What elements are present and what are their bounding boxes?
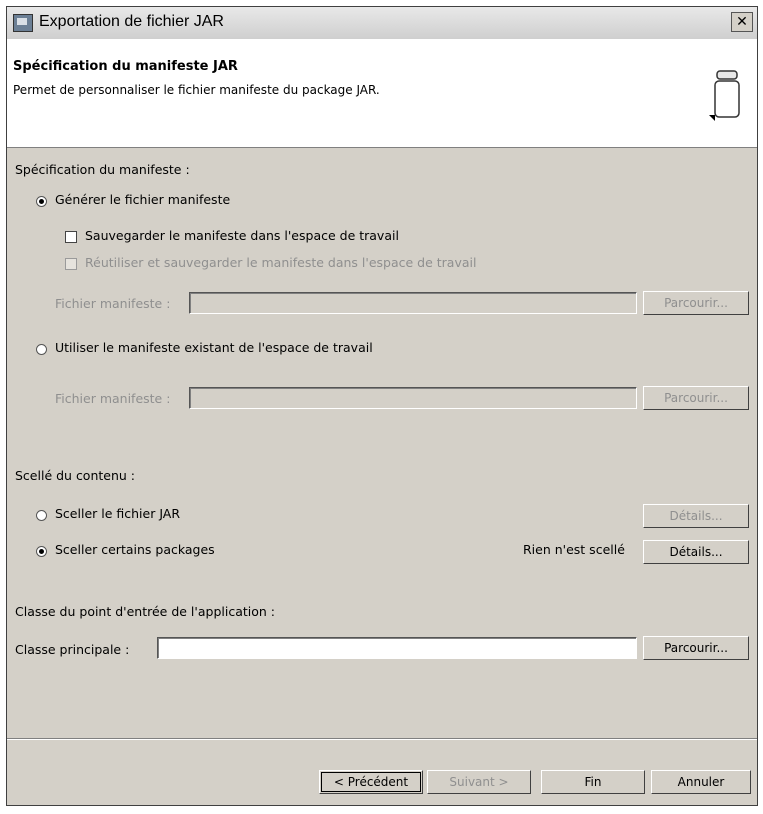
browse-button-2[interactable]: Parcourir...: [643, 386, 749, 410]
details-button-1[interactable]: Détails...: [643, 504, 749, 528]
finish-button[interactable]: Fin: [541, 770, 645, 794]
details-button-2[interactable]: Détails...: [643, 540, 749, 564]
seal-packages-label[interactable]: Sceller certains packages: [55, 542, 215, 557]
title-bar: Exportation de fichier JAR ✕: [7, 7, 757, 40]
manifest-file-input-2[interactable]: [189, 387, 637, 409]
jar-export-dialog: Exportation de fichier JAR ✕ Spécificati…: [6, 6, 758, 806]
main-class-label: Classe principale :: [15, 642, 130, 657]
reuse-manifest-label: Réutiliser et sauvegarder le manifeste d…: [85, 255, 477, 270]
manifest-file-label-2: Fichier manifeste :: [55, 391, 171, 406]
manifest-file-input-1[interactable]: [189, 292, 637, 314]
browse-main-class-button[interactable]: Parcourir...: [643, 636, 749, 660]
main-class-input[interactable]: [157, 637, 637, 659]
page-title: Spécification du manifeste JAR: [13, 59, 238, 74]
use-existing-manifest-label[interactable]: Utiliser le manifeste existant de l'espa…: [55, 340, 373, 355]
generate-manifest-label[interactable]: Générer le fichier manifeste: [55, 192, 230, 207]
page-description: Permet de personnaliser le fichier manif…: [13, 83, 380, 97]
back-button[interactable]: < Précédent: [319, 770, 423, 794]
seal-jar-label[interactable]: Sceller le fichier JAR: [55, 506, 180, 521]
use-existing-manifest-radio[interactable]: [36, 344, 47, 355]
seal-jar-radio[interactable]: [36, 510, 47, 521]
window-title: Exportation de fichier JAR: [39, 13, 224, 30]
close-button[interactable]: ✕: [731, 12, 753, 32]
footer-separator: [7, 738, 757, 740]
sealing-section-label: Scellé du contenu :: [15, 468, 136, 483]
manifest-section-label: Spécification du manifeste :: [15, 162, 190, 177]
browse-button-1[interactable]: Parcourir...: [643, 291, 749, 315]
seal-packages-radio[interactable]: [36, 546, 47, 557]
wizard-banner: Spécification du manifeste JAR Permet de…: [7, 39, 757, 148]
next-button[interactable]: Suivant >: [427, 770, 531, 794]
reuse-manifest-checkbox[interactable]: [65, 258, 77, 270]
jar-icon: [709, 70, 740, 121]
save-manifest-label[interactable]: Sauvegarder le manifeste dans l'espace d…: [85, 228, 399, 243]
wizard-content: Spécification du manifeste : Générer le …: [7, 148, 757, 738]
save-manifest-checkbox[interactable]: [65, 231, 77, 243]
seal-status-text: Rien n'est scellé: [523, 542, 625, 557]
eclipse-app-icon: [13, 14, 33, 32]
manifest-file-label-1: Fichier manifeste :: [55, 296, 171, 311]
cancel-button[interactable]: Annuler: [651, 770, 751, 794]
generate-manifest-radio[interactable]: [36, 196, 47, 207]
entry-point-section-label: Classe du point d'entrée de l'applicatio…: [15, 604, 275, 619]
